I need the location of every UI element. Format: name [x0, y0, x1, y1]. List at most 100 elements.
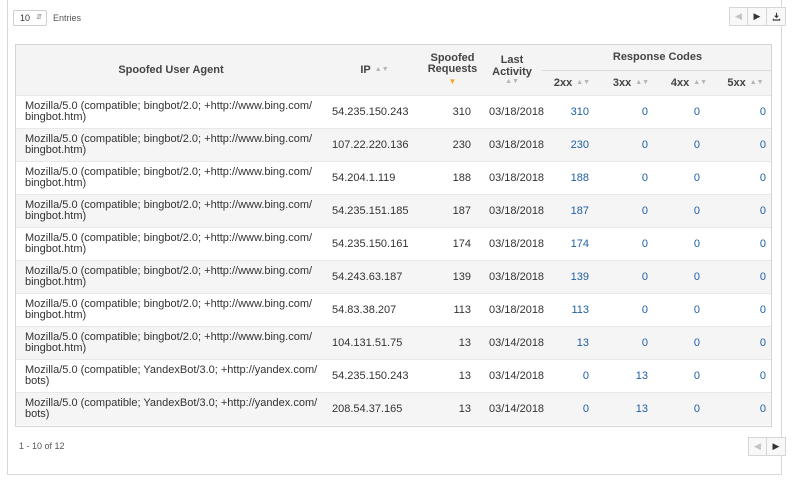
cell-requests: 113 — [423, 292, 482, 326]
sort-icon: ▲▼ — [635, 79, 650, 87]
cell-2xx-link[interactable]: 187 — [542, 193, 602, 227]
top-toolbar: ◀ ▶ — [729, 7, 786, 26]
cell-last-activity: 03/18/2018 — [482, 226, 544, 260]
cell-5xx-link[interactable]: 0 — [718, 193, 771, 227]
header-user-agent[interactable]: Spoofed User Agent — [16, 45, 326, 95]
table-row: Mozilla/5.0 (compatible; bingbot/2.0; +h… — [16, 193, 771, 227]
table-row: Mozilla/5.0 (compatible; bingbot/2.0; +h… — [16, 160, 771, 194]
cell-5xx-link[interactable]: 0 — [718, 259, 771, 293]
cell-4xx-link[interactable]: 0 — [660, 94, 718, 128]
header-4xx[interactable]: 4xx ▲▼ — [660, 69, 718, 95]
cell-3xx-link[interactable]: 0 — [602, 226, 660, 260]
cell-requests: 310 — [423, 94, 482, 128]
cell-requests: 230 — [423, 127, 482, 161]
cell-ip: 54.243.63.187 — [326, 259, 423, 293]
sort-icon: ▲▼ — [374, 66, 389, 74]
header-last-activity[interactable]: Last Activity ▲▼ — [482, 45, 542, 95]
cell-ip: 54.204.1.119 — [326, 160, 423, 194]
cell-2xx-link[interactable]: 0 — [542, 391, 602, 425]
cell-4xx-link[interactable]: 0 — [660, 160, 718, 194]
download-button[interactable] — [767, 7, 786, 26]
page-size-select[interactable]: 10 ⇵ — [13, 9, 47, 26]
cell-last-activity: 03/18/2018 — [482, 127, 544, 161]
cell-4xx-link[interactable]: 0 — [660, 127, 718, 161]
cell-2xx-link[interactable]: 113 — [542, 292, 602, 326]
cell-3xx-link[interactable]: 0 — [602, 292, 660, 326]
cell-4xx-link[interactable]: 0 — [660, 358, 718, 392]
table-row: Mozilla/5.0 (compatible; bingbot/2.0; +h… — [16, 325, 771, 359]
cell-ip: 54.235.150.243 — [326, 358, 423, 392]
chevron-right-icon: ▶ — [772, 441, 780, 451]
prev-page-button[interactable]: ◀ — [729, 7, 748, 26]
cell-ip: 54.235.151.185 — [326, 193, 423, 227]
cell-5xx-link[interactable]: 0 — [718, 292, 771, 326]
entries-control: 10 ⇵ Entries — [13, 9, 81, 26]
header-last-activity-label: Last Activity — [492, 54, 532, 79]
cell-5xx-link[interactable]: 0 — [718, 325, 771, 359]
header-response-codes-label: Response Codes — [612, 51, 703, 64]
cell-requests: 174 — [423, 226, 482, 260]
cell-5xx-link[interactable]: 0 — [718, 391, 771, 425]
sort-descending-icon: ▼ — [448, 76, 457, 86]
next-page-button[interactable]: ▶ — [767, 437, 786, 456]
spoofed-agents-table: Spoofed User Agent IP ▲▼ Spoofed Requests… — [15, 44, 772, 427]
cell-3xx-link[interactable]: 0 — [602, 259, 660, 293]
cell-3xx-link[interactable]: 13 — [602, 358, 660, 392]
cell-5xx-link[interactable]: 0 — [718, 160, 771, 194]
header-5xx-label: 5xx — [727, 76, 746, 89]
cell-2xx-link[interactable]: 139 — [542, 259, 602, 293]
header-response-codes: Response Codes — [542, 45, 771, 70]
cell-ip: 54.83.38.207 — [326, 292, 423, 326]
cell-5xx-link[interactable]: 0 — [718, 127, 771, 161]
cell-last-activity: 03/14/2018 — [482, 325, 544, 359]
cell-requests: 13 — [423, 358, 482, 392]
header-5xx[interactable]: 5xx ▲▼ — [718, 69, 771, 95]
chevron-right-icon: ▶ — [753, 11, 761, 21]
cell-2xx-link[interactable]: 0 — [542, 358, 602, 392]
cell-2xx-link[interactable]: 230 — [542, 127, 602, 161]
cell-3xx-link[interactable]: 0 — [602, 325, 660, 359]
cell-user-agent: Mozilla/5.0 (compatible; bingbot/2.0; +h… — [16, 325, 326, 359]
header-3xx-label: 3xx — [612, 76, 632, 89]
cell-5xx-link[interactable]: 0 — [718, 226, 771, 260]
chevron-left-icon: ◀ — [754, 441, 761, 451]
sort-icon: ▲▼ — [576, 79, 591, 87]
cell-3xx-link[interactable]: 0 — [602, 160, 660, 194]
cell-user-agent: Mozilla/5.0 (compatible; bingbot/2.0; +h… — [16, 292, 326, 326]
cell-3xx-link[interactable]: 0 — [602, 94, 660, 128]
cell-4xx-link[interactable]: 0 — [660, 292, 718, 326]
header-2xx[interactable]: 2xx ▲▼ — [542, 69, 602, 95]
cell-4xx-link[interactable]: 0 — [660, 226, 718, 260]
cell-5xx-link[interactable]: 0 — [718, 358, 771, 392]
header-ip-label: IP — [360, 63, 371, 76]
cell-4xx-link[interactable]: 0 — [660, 325, 718, 359]
cell-2xx-link[interactable]: 174 — [542, 226, 602, 260]
cell-2xx-link[interactable]: 188 — [542, 160, 602, 194]
cell-user-agent: Mozilla/5.0 (compatible; YandexBot/3.0; … — [16, 391, 326, 425]
cell-last-activity: 03/18/2018 — [482, 292, 544, 326]
table-row: Mozilla/5.0 (compatible; bingbot/2.0; +h… — [16, 94, 771, 128]
cell-3xx-link[interactable]: 0 — [602, 127, 660, 161]
cell-4xx-link[interactable]: 0 — [660, 193, 718, 227]
header-ip[interactable]: IP ▲▼ — [326, 45, 423, 95]
table-row: Mozilla/5.0 (compatible; bingbot/2.0; +h… — [16, 292, 771, 326]
cell-user-agent: Mozilla/5.0 (compatible; YandexBot/3.0; … — [16, 358, 326, 392]
cell-4xx-link[interactable]: 0 — [660, 391, 718, 425]
cell-user-agent: Mozilla/5.0 (compatible; bingbot/2.0; +h… — [16, 193, 326, 227]
prev-page-button[interactable]: ◀ — [748, 437, 767, 456]
cell-ip: 208.54.37.165 — [326, 391, 423, 425]
cell-3xx-link[interactable]: 0 — [602, 193, 660, 227]
cell-user-agent: Mozilla/5.0 (compatible; bingbot/2.0; +h… — [16, 259, 326, 293]
header-spoofed-requests[interactable]: Spoofed Requests ▼ — [423, 45, 482, 95]
cell-5xx-link[interactable]: 0 — [718, 94, 771, 128]
cell-2xx-link[interactable]: 310 — [542, 94, 602, 128]
cell-user-agent: Mozilla/5.0 (compatible; bingbot/2.0; +h… — [16, 127, 326, 161]
cell-2xx-link[interactable]: 13 — [542, 325, 602, 359]
updown-caret-icon: ⇵ — [36, 14, 42, 21]
table-row: Mozilla/5.0 (compatible; bingbot/2.0; +h… — [16, 127, 771, 161]
header-3xx[interactable]: 3xx ▲▼ — [602, 69, 660, 95]
next-page-button[interactable]: ▶ — [748, 7, 767, 26]
cell-3xx-link[interactable]: 13 — [602, 391, 660, 425]
cell-4xx-link[interactable]: 0 — [660, 259, 718, 293]
cell-ip: 54.235.150.243 — [326, 94, 423, 128]
